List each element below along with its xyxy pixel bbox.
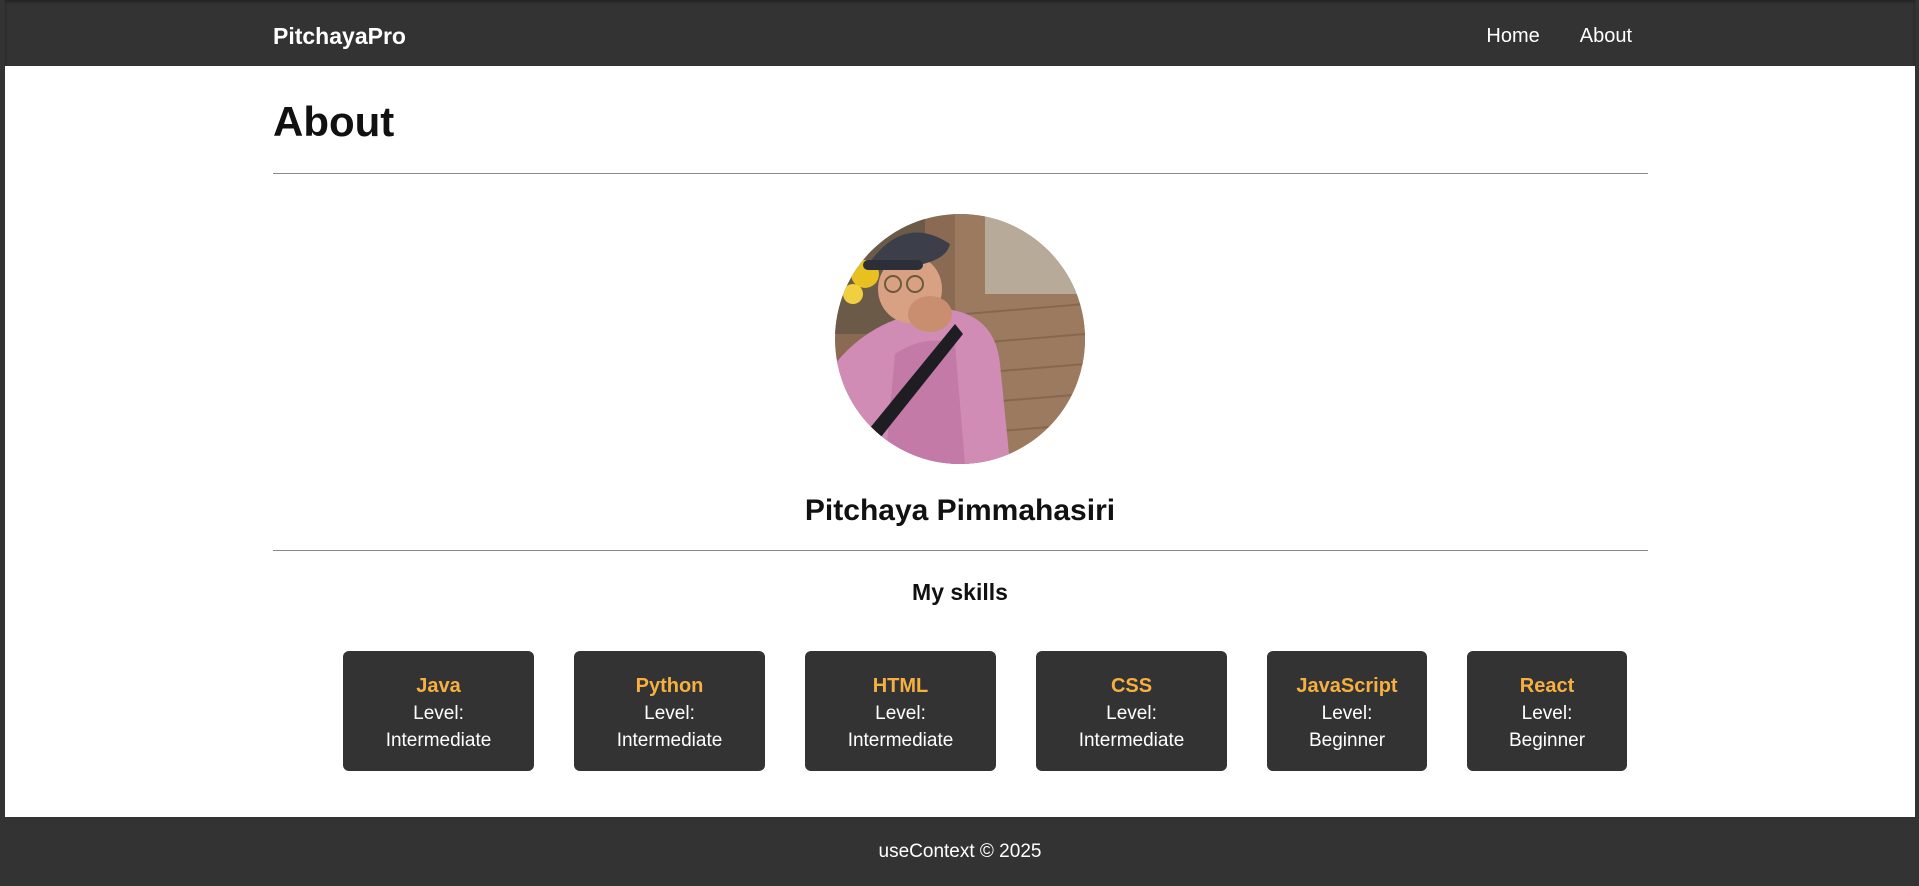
brand-link[interactable]: PitchayaPro [273,22,406,50]
skill-name: CSS [1110,675,1153,697]
skill-card-html: HTML Level: Intermediate [805,651,996,771]
nav-link-about[interactable]: About [1580,22,1632,50]
skill-level-value: Intermediate [1078,730,1185,751]
skill-name: React [1519,675,1575,697]
skill-name: Java [416,675,461,697]
skill-name: HTML [872,675,929,697]
divider-middle [273,550,1648,551]
skills-heading: My skills [912,579,1008,605]
skill-card-javascript: JavaScript Level: Beginner [1267,651,1427,771]
skill-level-value: Intermediate [847,730,954,751]
skill-level-value: Intermediate [616,730,723,751]
divider-top [273,173,1648,174]
skill-level-value: Beginner [1308,730,1386,751]
skill-card-java: Java Level: Intermediate [343,651,534,771]
skill-level-label: Level: [1321,703,1373,724]
skill-level-value: Intermediate [385,730,492,751]
page-title: About [273,98,395,145]
skill-level-label: Level: [1521,703,1573,724]
skill-card-python: Python Level: Intermediate [574,651,765,771]
skill-level-label: Level: [413,703,464,724]
skill-name: Python [635,675,704,697]
skill-level-label: Level: [875,703,926,724]
nav-links: Home About [1486,22,1632,50]
footer-text: useContext © 2025 [878,841,1042,862]
navbar: PitchayaPro Home About [5,0,1915,66]
nav-link-home[interactable]: Home [1486,22,1539,50]
skill-name: JavaScript [1296,675,1398,697]
page-frame: PitchayaPro Home About About Pitchaya Pi… [5,0,1915,886]
skill-card-react: React Level: Beginner [1467,651,1627,771]
skill-card-css: CSS Level: Intermediate [1036,651,1227,771]
skill-level-value: Beginner [1508,730,1586,751]
skill-level-label: Level: [644,703,695,724]
footer: useContext © 2025 [5,817,1915,886]
profile-photo [835,214,1085,464]
skill-level-label: Level: [1106,703,1157,724]
profile-name: Pitchaya Pimmahasiri [804,494,1116,527]
